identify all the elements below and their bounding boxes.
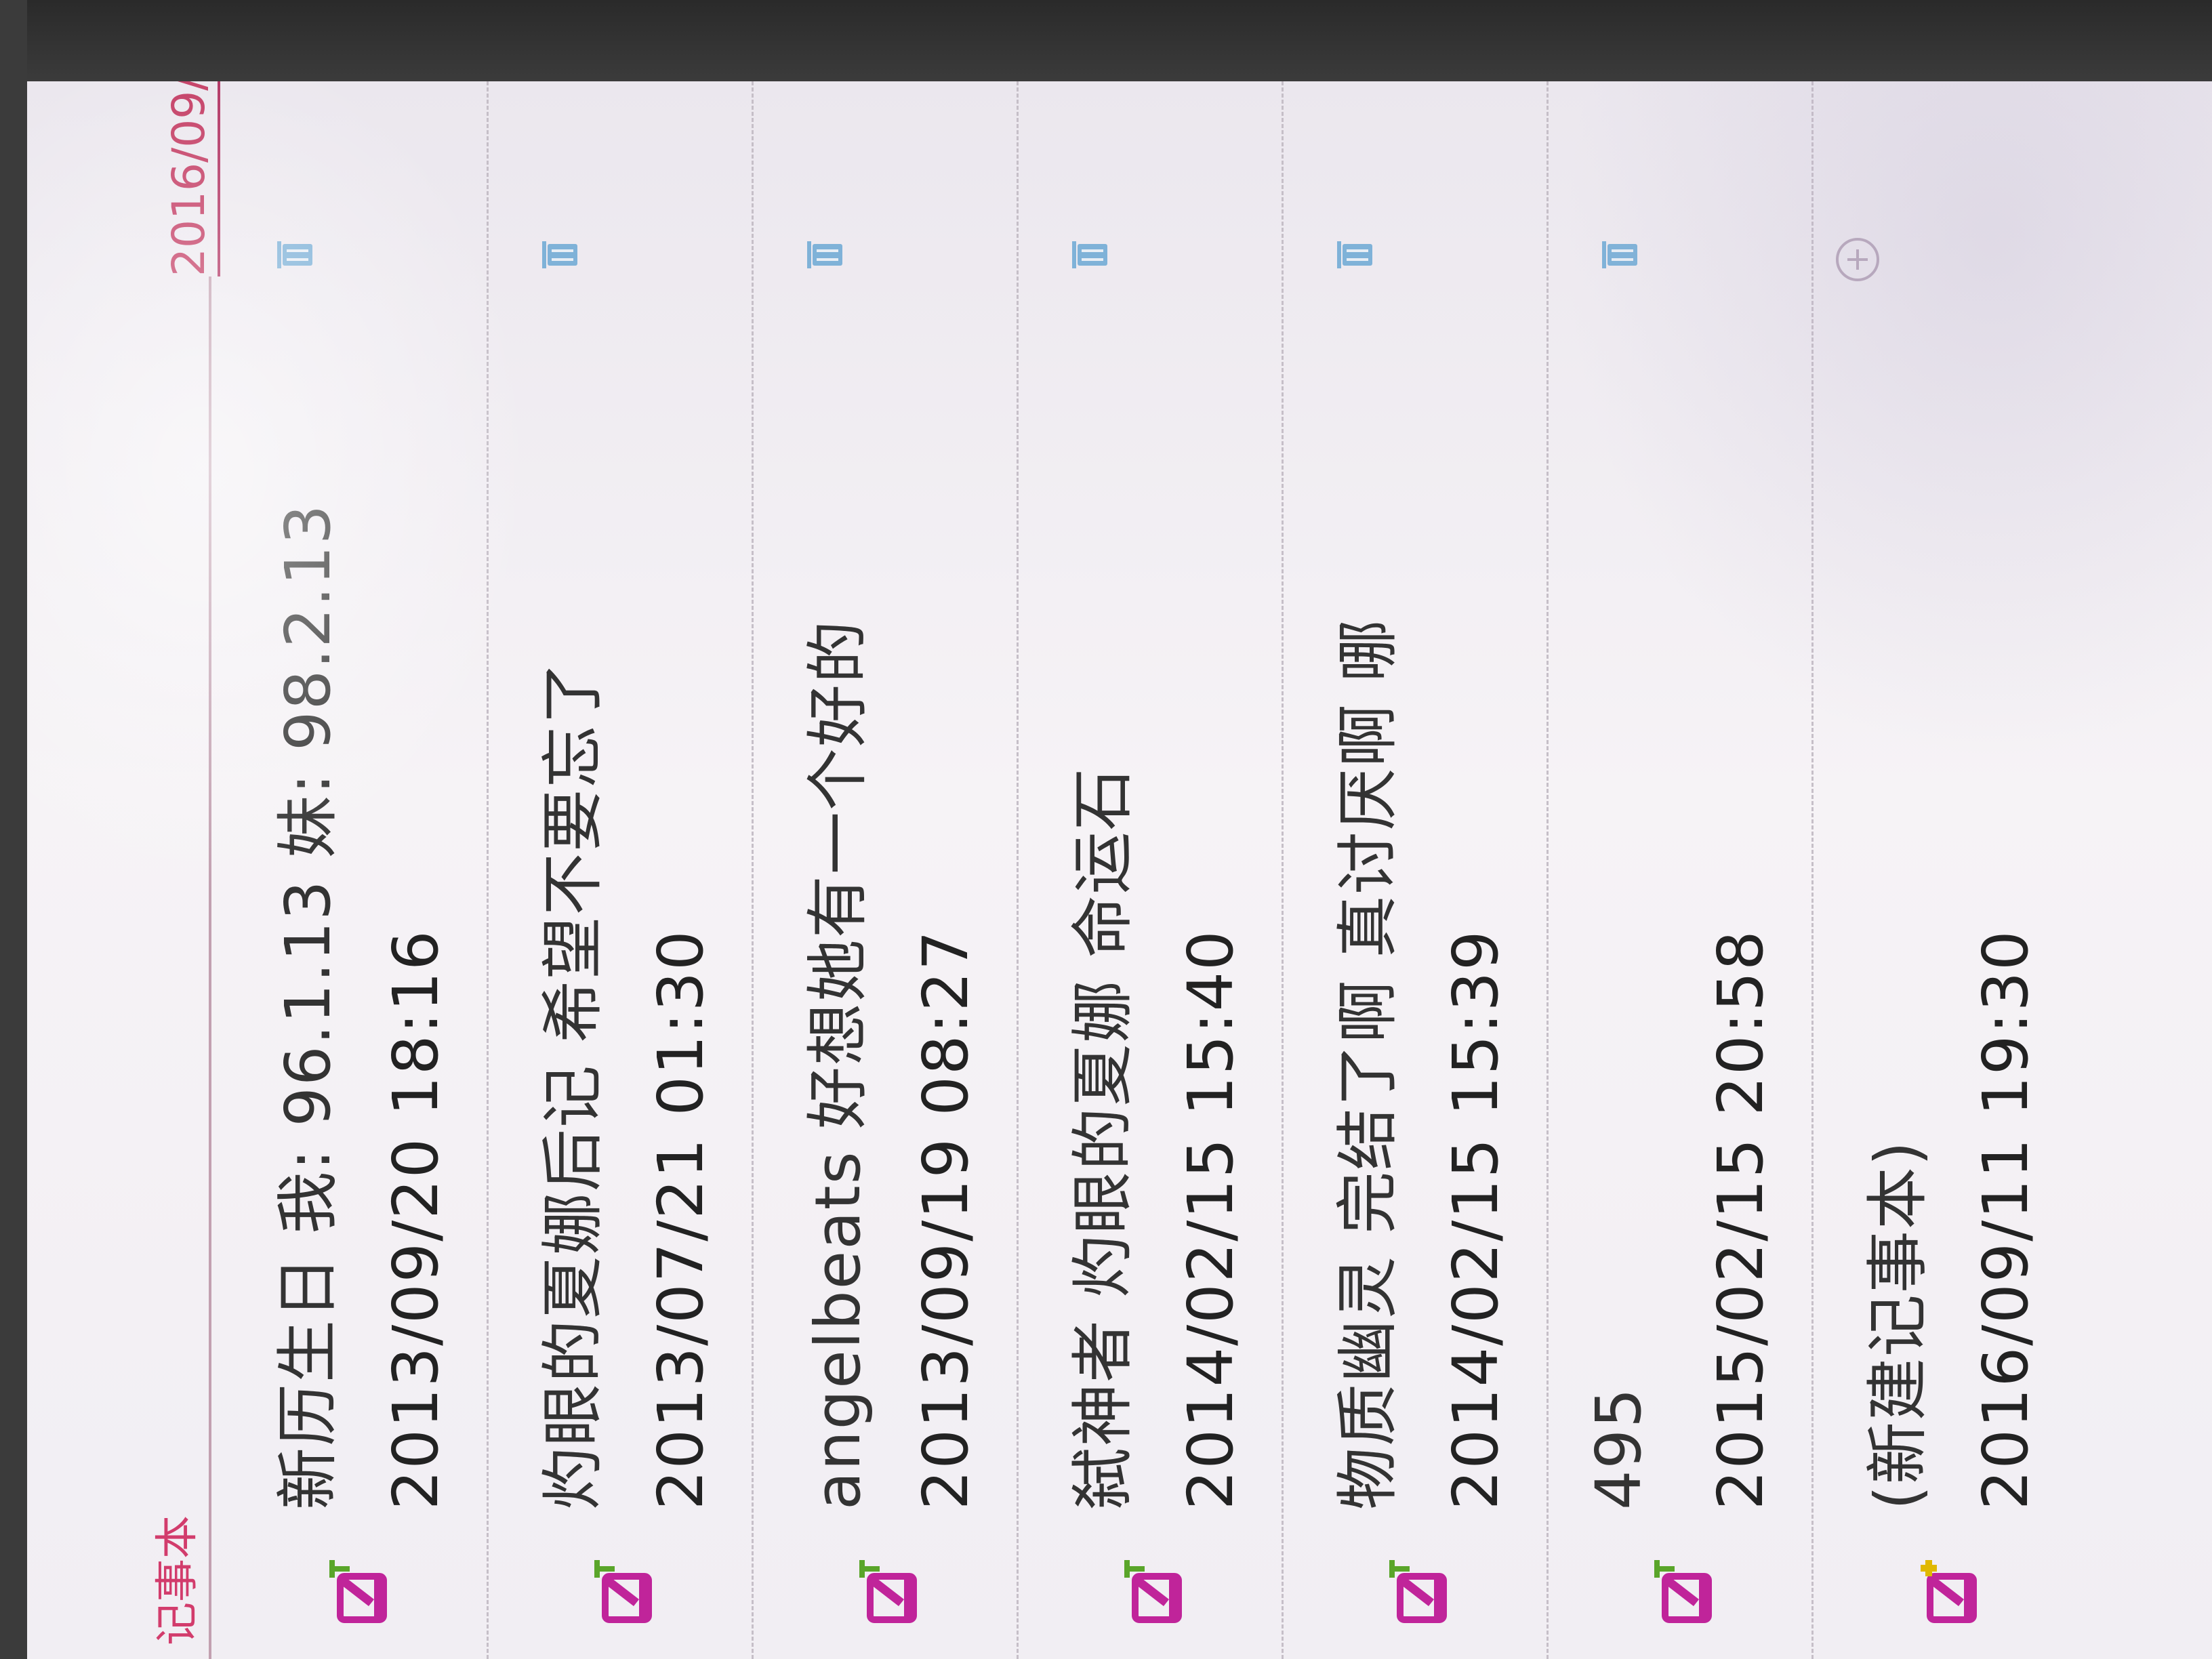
header-divider bbox=[209, 276, 211, 1659]
new-note-icon bbox=[1921, 1560, 1977, 1623]
note-title: 物质幽灵 完结了啊 真讨厌啊 哪 bbox=[1332, 618, 1404, 1510]
device-bezel-top bbox=[0, 0, 2212, 81]
note-item[interactable]: angelbeats 好想她有一个好的 2013/09/19 08:27 bbox=[754, 81, 1019, 1659]
title-bar: 记事本 2016/09/11 bbox=[27, 81, 230, 1659]
note-title: angelbeats 好想她有一个好的 bbox=[802, 619, 874, 1510]
note-date: 2014/02/15 15:40 bbox=[1174, 929, 1247, 1510]
edit-note-icon bbox=[594, 1560, 652, 1623]
edit-note-icon bbox=[1124, 1560, 1182, 1623]
edit-note-icon bbox=[1389, 1560, 1447, 1623]
new-note-item[interactable]: (新建记事本) 2016/09/11 19:30 bbox=[1814, 81, 2076, 1659]
trash-icon[interactable] bbox=[1599, 240, 1639, 270]
trash-icon[interactable] bbox=[1334, 240, 1374, 270]
trash-icon[interactable] bbox=[274, 240, 314, 270]
edit-note-icon bbox=[859, 1560, 917, 1623]
note-item[interactable]: 495 2015/02/15 20:58 bbox=[1549, 81, 1814, 1659]
note-title: 灼眼的夏娜后记 希望不要忘了 bbox=[537, 660, 609, 1510]
note-date: 2013/09/20 18:16 bbox=[380, 929, 452, 1510]
note-title: 新历生日 我: 96.1.13 妹: 98.2.13 bbox=[272, 503, 344, 1510]
note-item[interactable]: 新历生日 我: 96.1.13 妹: 98.2.13 2013/09/20 18… bbox=[224, 81, 489, 1659]
note-title: 495 bbox=[1582, 1387, 1655, 1510]
trash-icon[interactable] bbox=[1069, 240, 1109, 270]
trash-icon[interactable] bbox=[539, 240, 579, 270]
trash-icon[interactable] bbox=[804, 240, 844, 270]
note-item[interactable]: 弑神者 灼眼的夏娜 命运石 2014/02/15 15:40 bbox=[1019, 81, 1284, 1659]
note-item[interactable]: 物质幽灵 完结了啊 真讨厌啊 哪 2014/02/15 15:39 bbox=[1284, 81, 1549, 1659]
note-date: 2016/09/11 19:30 bbox=[1969, 929, 2042, 1510]
note-item[interactable]: 灼眼的夏娜后记 希望不要忘了 2013/07/21 01:30 bbox=[489, 81, 754, 1659]
note-list: 新历生日 我: 96.1.13 妹: 98.2.13 2013/09/20 18… bbox=[224, 81, 2076, 1659]
note-date: 2014/02/15 15:39 bbox=[1439, 929, 1512, 1510]
device-bezel-left bbox=[0, 0, 27, 1659]
note-date: 2013/07/21 01:30 bbox=[644, 929, 717, 1510]
notepad-screen: 记事本 2016/09/11 新历生日 我: 96.1.13 妹: 98.2.1… bbox=[27, 81, 2212, 1659]
add-circle-icon[interactable] bbox=[1834, 236, 1881, 283]
note-date: 2015/02/15 20:58 bbox=[1704, 929, 1777, 1510]
edit-note-icon bbox=[329, 1560, 387, 1623]
edit-note-icon bbox=[1654, 1560, 1712, 1623]
note-title: 弑神者 灼眼的夏娜 命运石 bbox=[1067, 766, 1139, 1511]
header-date: 2016/09/11 bbox=[163, 81, 220, 276]
note-title: (新建记事本) bbox=[1862, 1140, 1934, 1510]
note-date: 2013/09/19 08:27 bbox=[909, 929, 982, 1510]
app-title: 记事本 bbox=[152, 1515, 203, 1645]
